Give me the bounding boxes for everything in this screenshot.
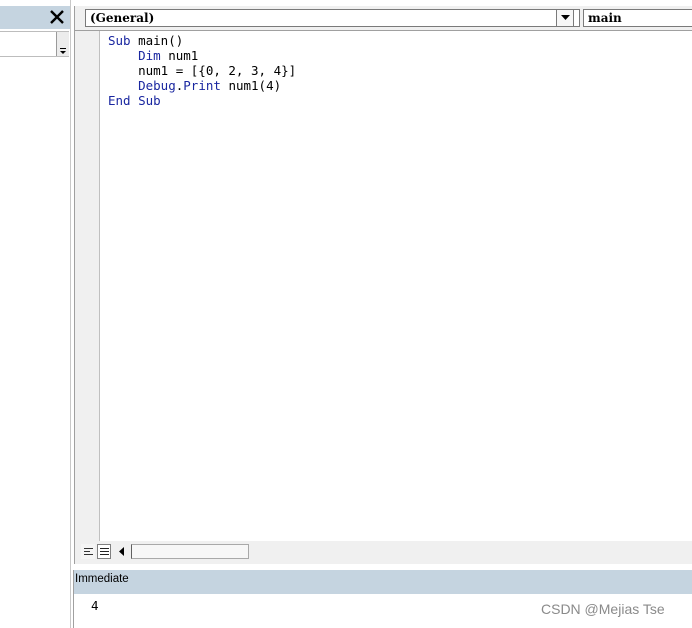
left-pane: [0, 0, 71, 628]
code-line[interactable]: End Sub: [108, 93, 296, 108]
code-token: num1: [160, 48, 199, 63]
code-keyword: Dim: [138, 48, 161, 63]
code-window: (General) main Sub main() Dim num1 num1 …: [74, 6, 692, 564]
immediate-output: 4: [91, 598, 99, 613]
code-token: num1 = [{0, 2, 3, 4}]: [108, 63, 297, 78]
arrow-left-icon[interactable]: [115, 544, 129, 559]
code-line[interactable]: Debug.Print num1(4): [108, 78, 296, 93]
object-combo[interactable]: (General): [85, 9, 580, 27]
procedure-view-icon[interactable]: [81, 544, 95, 559]
watermark: CSDN @Mejias Tse: [541, 601, 665, 617]
code-keyword: Print: [183, 78, 221, 93]
code-token: num1(4): [220, 78, 282, 93]
margin-indicator-bar[interactable]: [75, 31, 100, 541]
object-combo-dropdown-icon[interactable]: [556, 9, 574, 27]
immediate-title: Immediate: [74, 570, 692, 594]
horizontal-scrollbar[interactable]: [131, 544, 249, 559]
code-keyword: End Sub: [108, 93, 161, 108]
code-text[interactable]: Sub main() Dim num1 num1 = [{0, 2, 3, 4}…: [108, 33, 296, 108]
code-keyword: Sub: [108, 33, 131, 48]
code-line[interactable]: Sub main(): [108, 33, 296, 48]
chevron-down-icon[interactable]: [56, 32, 69, 56]
code-token: main(): [130, 33, 184, 48]
code-editor[interactable]: Sub main() Dim num1 num1 = [{0, 2, 3, 4}…: [75, 30, 692, 541]
code-keyword: Debug: [138, 78, 176, 93]
editor-bottom-bar: [75, 541, 692, 563]
code-line[interactable]: num1 = [{0, 2, 3, 4}]: [108, 63, 296, 78]
close-icon[interactable]: [47, 7, 67, 27]
code-line[interactable]: Dim num1: [108, 48, 296, 63]
left-pane-header: [0, 6, 70, 29]
immediate-window: Immediate 4: [73, 570, 692, 628]
procedure-combo[interactable]: main: [583, 9, 692, 27]
full-module-view-icon[interactable]: [97, 544, 111, 559]
left-pane-combo[interactable]: [0, 31, 69, 57]
